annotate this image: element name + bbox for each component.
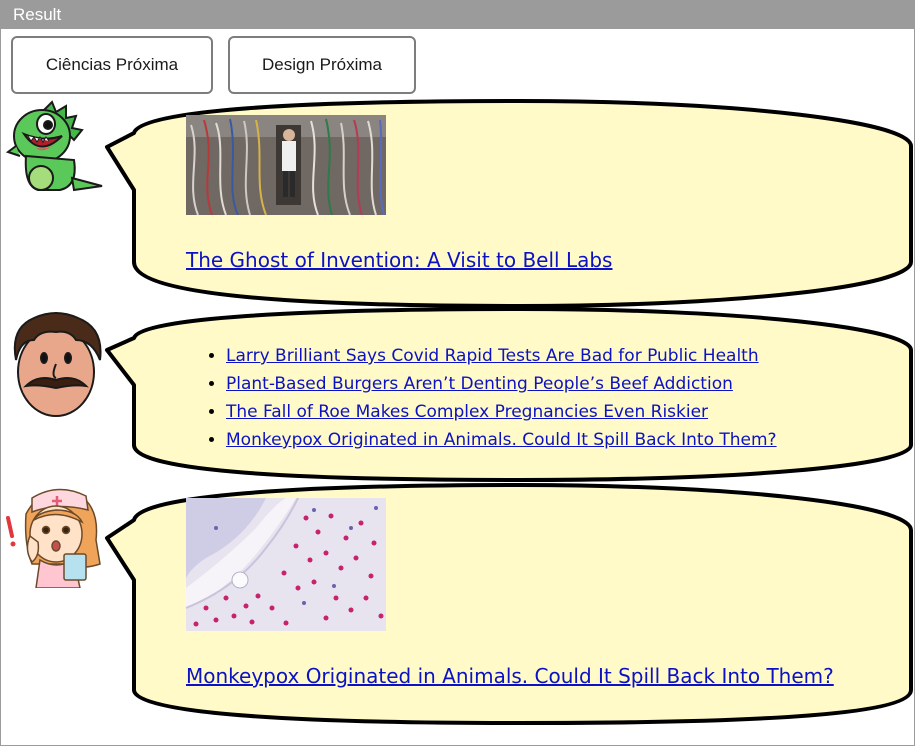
article-link-plant-burgers[interactable]: Plant-Based Burgers Aren’t Denting Peopl… — [226, 374, 733, 394]
article-link-roe[interactable]: The Fall of Roe Makes Complex Pregnancie… — [226, 402, 708, 422]
nurse-icon — [6, 488, 101, 588]
monkeypox-link[interactable]: Monkeypox Originated in Animals. Could I… — [186, 664, 834, 688]
article-list: Larry Brilliant Says Covid Rapid Tests A… — [204, 342, 777, 454]
article-link-rapid-tests[interactable]: Larry Brilliant Says Covid Rapid Tests A… — [226, 346, 759, 366]
list-item: Monkeypox Originated in Animals. Could I… — [226, 426, 777, 454]
list-item: Larry Brilliant Says Covid Rapid Tests A… — [226, 342, 777, 370]
bell-labs-image[interactable] — [186, 115, 386, 215]
mustache-man-icon — [13, 312, 102, 417]
article-link-monkeypox[interactable]: Monkeypox Originated in Animals. Could I… — [226, 430, 777, 450]
list-item: Plant-Based Burgers Aren’t Denting Peopl… — [226, 370, 777, 398]
dinosaur-icon — [5, 100, 103, 192]
bell-labs-link[interactable]: The Ghost of Invention: A Visit to Bell … — [186, 248, 612, 272]
monkeypox-image[interactable] — [186, 498, 386, 631]
list-item: The Fall of Roe Makes Complex Pregnancie… — [226, 398, 777, 426]
